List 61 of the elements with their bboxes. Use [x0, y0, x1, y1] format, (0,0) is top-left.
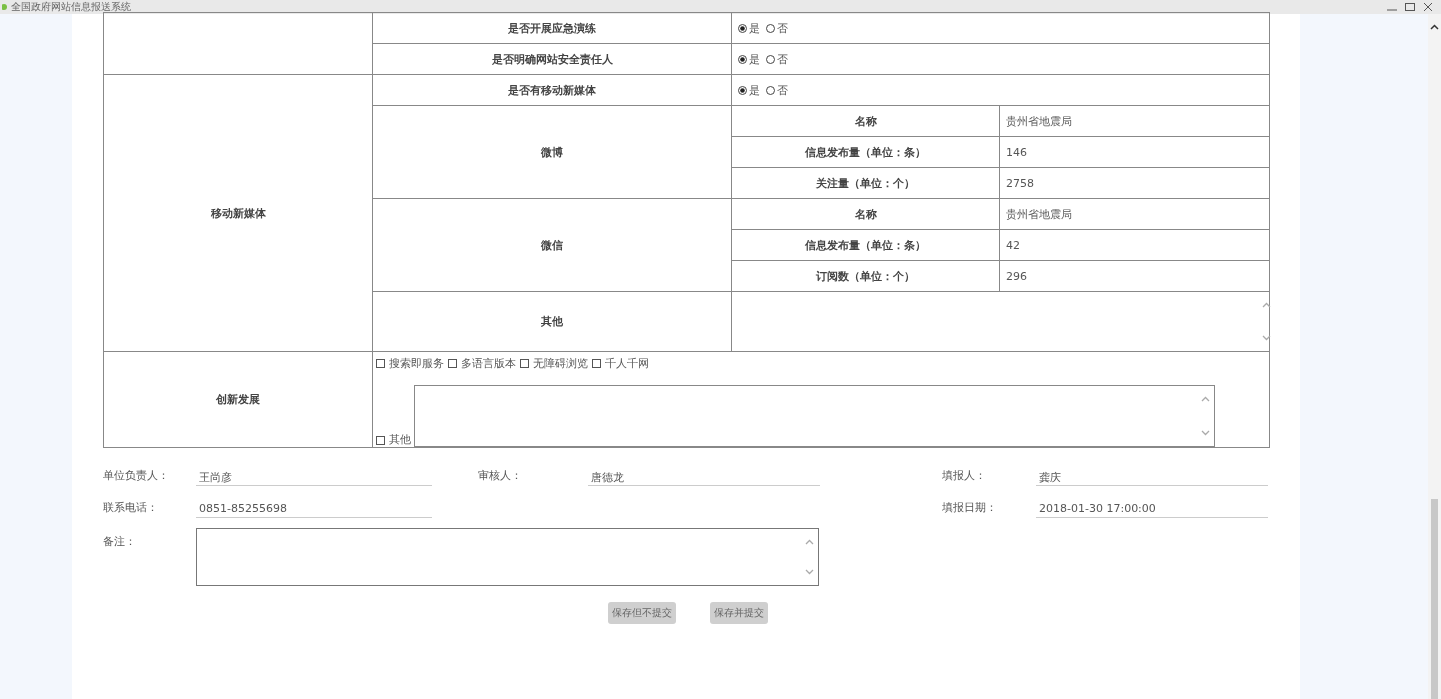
question-label: 是否开展应急演练: [372, 12, 732, 44]
radio-button[interactable]: [766, 54, 775, 64]
input-field[interactable]: 王尚彦: [196, 462, 432, 486]
option-label: 搜索即服务: [389, 356, 444, 371]
field-label: 信息发布量（单位：条）: [731, 136, 1000, 168]
platform-label: 微博: [372, 105, 732, 199]
input-field[interactable]: 2018-01-30 17:00:00: [1036, 494, 1268, 518]
section-label: 移动新媒体: [103, 74, 373, 352]
field-label: 审核人：: [478, 468, 523, 484]
option-label: 是: [749, 51, 760, 67]
option-label: 其他: [389, 432, 411, 447]
save-button[interactable]: 保存但不提交: [608, 602, 676, 624]
checkbox[interactable]: [520, 359, 529, 368]
option-label: 多语言版本: [461, 356, 516, 371]
scrollbar-thumb[interactable]: [1431, 499, 1438, 699]
radio-button[interactable]: [766, 85, 775, 95]
radio-button[interactable]: [738, 85, 747, 95]
option-label: 是: [749, 20, 760, 36]
radio-button[interactable]: [738, 23, 747, 33]
checkbox[interactable]: [376, 359, 385, 368]
input-field[interactable]: 唐德龙: [588, 462, 820, 486]
field-label: 名称: [731, 198, 1000, 230]
close-icon[interactable]: [1423, 2, 1433, 12]
radio-button[interactable]: [766, 23, 775, 33]
maximize-icon[interactable]: [1405, 2, 1415, 12]
checkbox[interactable]: [448, 359, 457, 368]
field-label: 关注量（单位：个）: [731, 167, 1000, 199]
field-label: 联系电话：: [103, 500, 159, 516]
input-field[interactable]: 0851-85255698: [196, 494, 432, 518]
option-label: 无障碍浏览: [533, 356, 588, 371]
window-title: 全国政府网站信息报送系统: [11, 0, 131, 14]
radio-button[interactable]: [738, 54, 747, 64]
field-label: 备注：: [103, 534, 136, 550]
field-value: 贵州省地震局: [999, 198, 1270, 230]
input-field[interactable]: 龚庆: [1036, 462, 1268, 486]
checkbox[interactable]: [592, 359, 601, 368]
field-label: 单位负责人：: [103, 468, 170, 484]
option-label: 否: [777, 20, 788, 36]
save-button[interactable]: 保存并提交: [710, 602, 768, 624]
field-value: 296: [999, 260, 1270, 292]
field-label: 订阅数（单位：个）: [731, 260, 1000, 292]
option-label: 否: [777, 51, 788, 67]
question-label: 是否有移动新媒体: [372, 74, 732, 106]
field-value: 贵州省地震局: [999, 105, 1270, 137]
option-label: 千人千网: [605, 356, 649, 371]
field-label: 名称: [731, 105, 1000, 137]
question-label: 是否明确网站安全责任人: [372, 43, 732, 75]
field-value: 2758: [999, 167, 1270, 199]
field-label: 信息发布量（单位：条）: [731, 229, 1000, 261]
field-label: 填报人：: [942, 468, 987, 484]
checkbox[interactable]: [376, 436, 385, 445]
scroll-down-icon[interactable]: [1262, 335, 1271, 341]
field-value: 146: [999, 136, 1270, 168]
option-label: 否: [777, 82, 788, 98]
field-value: 42: [999, 229, 1270, 261]
app-icon: [2, 3, 8, 11]
scroll-up-icon[interactable]: [1430, 24, 1439, 30]
section-label: 创新发展: [103, 351, 373, 448]
field-label: 填报日期：: [942, 500, 998, 516]
platform-label: 微信: [372, 198, 732, 292]
option-label: 是: [749, 82, 760, 98]
